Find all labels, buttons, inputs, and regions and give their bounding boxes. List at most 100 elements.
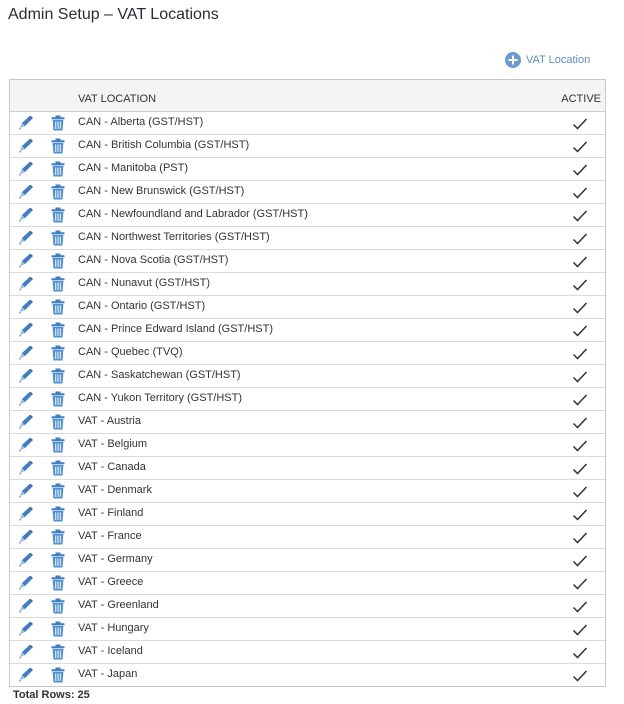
trash-icon[interactable] [51, 391, 65, 407]
trash-icon[interactable] [51, 207, 65, 223]
trash-icon[interactable] [51, 552, 65, 568]
pencil-icon[interactable] [18, 530, 34, 544]
vat-location-name: VAT - France [78, 530, 142, 542]
trash-icon[interactable] [51, 115, 65, 131]
pencil-icon[interactable] [18, 461, 34, 475]
plus-circle-icon [505, 52, 521, 68]
pencil-icon[interactable] [18, 668, 34, 682]
pencil-icon[interactable] [18, 599, 34, 613]
table-row: VAT - Canada [10, 457, 605, 480]
checkmark-icon [572, 555, 588, 567]
column-header-vat-location[interactable]: VAT LOCATION [78, 93, 156, 105]
trash-icon[interactable] [51, 667, 65, 683]
pencil-icon[interactable] [18, 553, 34, 567]
trash-icon[interactable] [51, 621, 65, 637]
checkmark-icon [572, 578, 588, 590]
vat-location-name: CAN - Ontario (GST/HST) [78, 300, 206, 312]
trash-icon[interactable] [51, 345, 65, 361]
trash-icon[interactable] [51, 529, 65, 545]
pencil-icon[interactable] [18, 208, 34, 222]
trash-icon[interactable] [51, 184, 65, 200]
column-header-active[interactable]: ACTIVE [561, 93, 601, 105]
table-row: CAN - British Columbia (GST/HST) [10, 135, 605, 158]
pencil-icon[interactable] [18, 622, 34, 636]
vat-location-name: CAN - British Columbia (GST/HST) [78, 139, 250, 151]
table-row: VAT - Greenland [10, 595, 605, 618]
pencil-icon[interactable] [18, 300, 34, 314]
vat-location-name: CAN - Alberta (GST/HST) [78, 116, 204, 128]
vat-location-name: VAT - Belgium [78, 438, 148, 450]
table-row: VAT - Iceland [10, 641, 605, 664]
pencil-icon[interactable] [18, 323, 34, 337]
table-row: VAT - France [10, 526, 605, 549]
trash-icon[interactable] [51, 138, 65, 154]
trash-icon[interactable] [51, 253, 65, 269]
pencil-icon[interactable] [18, 507, 34, 521]
vat-location-name: VAT - Finland [78, 507, 144, 519]
table-row: CAN - Prince Edward Island (GST/HST) [10, 319, 605, 342]
trash-icon[interactable] [51, 276, 65, 292]
vat-location-name: CAN - Manitoba (PST) [78, 162, 189, 174]
table-row: CAN - Northwest Territories (GST/HST) [10, 227, 605, 250]
table-row: CAN - Newfoundland and Labrador (GST/HST… [10, 204, 605, 227]
pencil-icon[interactable] [18, 645, 34, 659]
trash-icon[interactable] [51, 299, 65, 315]
trash-icon[interactable] [51, 322, 65, 338]
pencil-icon[interactable] [18, 438, 34, 452]
checkmark-icon [572, 233, 588, 245]
pencil-icon[interactable] [18, 254, 34, 268]
table-row: VAT - Denmark [10, 480, 605, 503]
checkmark-icon [572, 187, 588, 199]
pencil-icon[interactable] [18, 116, 34, 130]
pencil-icon[interactable] [18, 392, 34, 406]
checkmark-icon [572, 394, 588, 406]
table-row: CAN - Quebec (TVQ) [10, 342, 605, 365]
pencil-icon[interactable] [18, 277, 34, 291]
table-row: VAT - Finland [10, 503, 605, 526]
add-vat-location-button[interactable]: VAT Location [505, 52, 590, 68]
trash-icon[interactable] [51, 575, 65, 591]
pencil-icon[interactable] [18, 185, 34, 199]
vat-location-name: VAT - Germany [78, 553, 153, 565]
table-row: CAN - Saskatchewan (GST/HST) [10, 365, 605, 388]
table-row: CAN - Alberta (GST/HST) [10, 112, 605, 135]
vat-location-name: CAN - Newfoundland and Labrador (GST/HST… [78, 208, 308, 220]
trash-icon[interactable] [51, 437, 65, 453]
checkmark-icon [572, 164, 588, 176]
vat-location-name: VAT - Japan [78, 668, 138, 680]
trash-icon[interactable] [51, 644, 65, 660]
checkmark-icon [572, 670, 588, 682]
vat-location-name: CAN - Yukon Territory (GST/HST) [78, 392, 243, 404]
total-rows-label: Total Rows: [13, 689, 75, 701]
vat-location-name: CAN - Saskatchewan (GST/HST) [78, 369, 241, 381]
pencil-icon[interactable] [18, 139, 34, 153]
checkmark-icon [572, 509, 588, 521]
pencil-icon[interactable] [18, 346, 34, 360]
vat-locations-grid: VAT LOCATION ACTIVE CAN - Alberta (GST/H… [9, 79, 606, 687]
trash-icon[interactable] [51, 483, 65, 499]
pencil-icon[interactable] [18, 369, 34, 383]
trash-icon[interactable] [51, 414, 65, 430]
pencil-icon[interactable] [18, 484, 34, 498]
pencil-icon[interactable] [18, 576, 34, 590]
trash-icon[interactable] [51, 230, 65, 246]
vat-location-name: VAT - Greece [78, 576, 144, 588]
trash-icon[interactable] [51, 368, 65, 384]
trash-icon[interactable] [51, 460, 65, 476]
table-row: VAT - Belgium [10, 434, 605, 457]
table-row: CAN - Ontario (GST/HST) [10, 296, 605, 319]
pencil-icon[interactable] [18, 231, 34, 245]
checkmark-icon [572, 532, 588, 544]
trash-icon[interactable] [51, 598, 65, 614]
grid-body: CAN - Alberta (GST/HST) CAN - British Co… [10, 112, 605, 686]
trash-icon[interactable] [51, 506, 65, 522]
checkmark-icon [572, 601, 588, 613]
table-row: VAT - Austria [10, 411, 605, 434]
table-row: CAN - New Brunswick (GST/HST) [10, 181, 605, 204]
checkmark-icon [572, 256, 588, 268]
vat-location-name: CAN - Northwest Territories (GST/HST) [78, 231, 270, 243]
checkmark-icon [572, 348, 588, 360]
trash-icon[interactable] [51, 161, 65, 177]
pencil-icon[interactable] [18, 415, 34, 429]
pencil-icon[interactable] [18, 162, 34, 176]
